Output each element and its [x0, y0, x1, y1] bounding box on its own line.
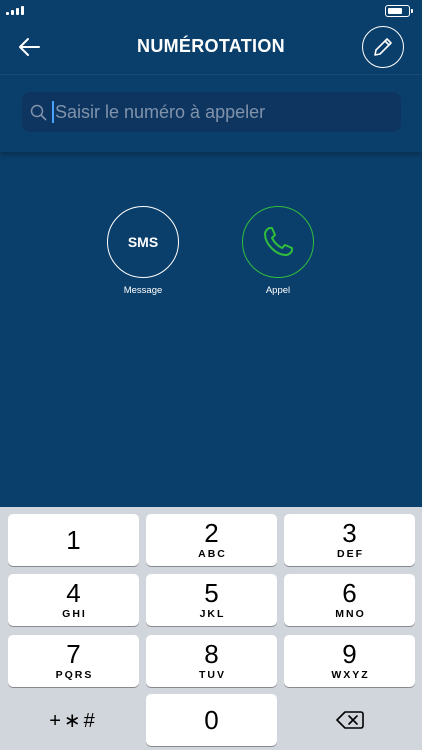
- key-digit: 2: [204, 518, 219, 548]
- signal-strength-icon: [6, 6, 24, 15]
- call-label: Appel: [265, 285, 291, 296]
- backspace-icon: [335, 711, 364, 729]
- battery-icon: [385, 5, 413, 17]
- key-digit: 0: [204, 705, 219, 735]
- delete-key[interactable]: [284, 694, 415, 746]
- key-letters: MNO: [335, 608, 366, 620]
- key-digit: 1: [66, 525, 81, 555]
- page-title: NUMÉROTATION: [137, 36, 285, 56]
- key-digit: 7: [66, 639, 81, 669]
- key-5[interactable]: 5 JKL: [146, 574, 277, 626]
- key-8[interactable]: 8 TUV: [146, 635, 277, 687]
- edit-button[interactable]: [362, 26, 404, 68]
- key-6[interactable]: 6 MNO: [284, 574, 415, 626]
- key-4[interactable]: 4 GHI: [8, 574, 139, 626]
- key-letters: WXYZ: [331, 669, 370, 681]
- key-letters: PQRS: [55, 669, 94, 681]
- key-digit: 8: [204, 639, 219, 669]
- phone-icon: [264, 227, 293, 256]
- pencil-icon: [374, 38, 392, 56]
- key-2[interactable]: 2 ABC: [146, 514, 277, 566]
- key-digit: 3: [342, 518, 357, 548]
- key-digit: 5: [204, 578, 219, 608]
- key-letters: TUV: [199, 669, 226, 681]
- key-letters: ABC: [198, 548, 227, 560]
- key-1[interactable]: 1: [8, 514, 139, 566]
- key-letters: JKL: [199, 608, 226, 620]
- phone-number-input[interactable]: [54, 101, 401, 123]
- call-button[interactable]: Appel: [242, 206, 314, 296]
- search-section: [0, 74, 422, 152]
- key-3[interactable]: 3 DEF: [284, 514, 415, 566]
- key-9[interactable]: 9 WXYZ: [284, 635, 415, 687]
- key-letters: GHI: [62, 608, 87, 620]
- symbols-key[interactable]: +∗#: [8, 694, 139, 746]
- sms-label: Message: [123, 285, 163, 296]
- dial-keypad: 1 2 ABC 3 DEF 4 GHI 5 JKL 6 MNO 7 PQRS 8…: [0, 507, 422, 750]
- key-digit: 6: [342, 578, 357, 608]
- search-icon: [30, 104, 47, 120]
- key-digit: 9: [342, 639, 357, 669]
- sms-button[interactable]: SMS Message: [107, 206, 179, 296]
- key-letters: DEF: [337, 548, 364, 560]
- symbols-label: +∗#: [49, 709, 98, 732]
- call-circle[interactable]: [242, 206, 314, 278]
- sms-circle[interactable]: SMS: [107, 206, 179, 278]
- navigation-bar: NUMÉROTATION: [0, 22, 422, 74]
- key-0[interactable]: 0: [146, 694, 277, 746]
- status-bar: [0, 0, 422, 22]
- sms-circle-text: SMS: [127, 234, 159, 250]
- search-field[interactable]: [22, 92, 401, 132]
- key-digit: 4: [66, 578, 81, 608]
- key-7[interactable]: 7 PQRS: [8, 635, 139, 687]
